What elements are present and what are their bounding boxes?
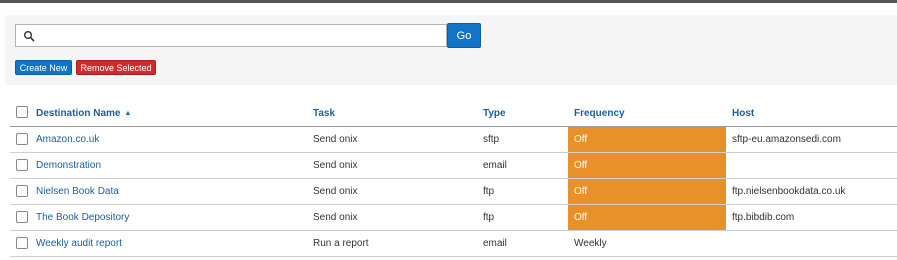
remove-selected-button[interactable]: Remove Selected (76, 60, 156, 75)
host-cell: ftp.bibdib.com (732, 212, 795, 223)
type-cell: email (483, 238, 507, 249)
host-cell: ftp.nielsenbookdata.co.uk (732, 186, 846, 197)
row-checkbox[interactable] (16, 237, 28, 249)
row-checkbox[interactable] (16, 211, 28, 223)
row-checkbox[interactable] (16, 133, 28, 145)
header-frequency[interactable]: Frequency (568, 100, 726, 126)
task-cell: Send onix (313, 160, 358, 171)
search-panel: Go Create New Remove Selected (5, 15, 897, 85)
header-type[interactable]: Type (483, 100, 506, 126)
host-cell: sftp-eu.amazonsedi.com (732, 134, 841, 145)
table-row: The Book Depository Send onix ftp Off ft… (10, 205, 897, 231)
search-input[interactable] (40, 27, 440, 44)
table-header-row: Destination Name ▲ Task Type Frequency H… (10, 100, 897, 127)
table-row: Demonstration Send onix email Off (10, 153, 897, 179)
type-cell: sftp (483, 134, 500, 145)
header-task[interactable]: Task (313, 100, 335, 126)
header-destination-name[interactable]: Destination Name ▲ (36, 100, 131, 126)
destinations-table: Destination Name ▲ Task Type Frequency H… (10, 100, 897, 257)
select-all-checkbox[interactable] (16, 106, 28, 118)
row-checkbox[interactable] (16, 185, 28, 197)
frequency-cell: Off (568, 153, 726, 178)
table-row: Weekly audit report Run a report email W… (10, 231, 897, 257)
type-cell: ftp (483, 186, 495, 197)
header-destination-name-label: Destination Name (36, 107, 121, 119)
header-host[interactable]: Host (732, 100, 754, 126)
task-cell: Send onix (313, 134, 358, 145)
destination-name-link[interactable]: The Book Depository (36, 205, 129, 230)
top-border (0, 0, 897, 3)
task-cell: Send onix (313, 186, 358, 197)
go-button[interactable]: Go (447, 23, 481, 48)
table-row: Nielsen Book Data Send onix ftp Off ftp.… (10, 179, 897, 205)
frequency-cell: Off (568, 179, 726, 204)
destination-name-link[interactable]: Amazon.co.uk (36, 127, 99, 152)
task-cell: Run a report (313, 238, 369, 249)
type-cell: ftp (483, 212, 495, 223)
type-cell: email (483, 160, 507, 171)
frequency-cell: Weekly (574, 238, 607, 249)
row-checkbox[interactable] (16, 159, 28, 171)
search-box[interactable] (15, 24, 447, 47)
frequency-cell: Off (568, 127, 726, 152)
table-row: Amazon.co.uk Send onix sftp Off sftp-eu.… (10, 127, 897, 153)
destination-name-link[interactable]: Demonstration (36, 153, 101, 178)
sort-asc-icon: ▲ (124, 109, 132, 117)
destination-name-link[interactable]: Nielsen Book Data (36, 179, 119, 204)
search-icon (24, 31, 35, 42)
create-new-button[interactable]: Create New (15, 60, 72, 75)
destination-name-link[interactable]: Weekly audit report (36, 231, 122, 256)
frequency-cell: Off (568, 205, 726, 230)
task-cell: Send onix (313, 212, 358, 223)
